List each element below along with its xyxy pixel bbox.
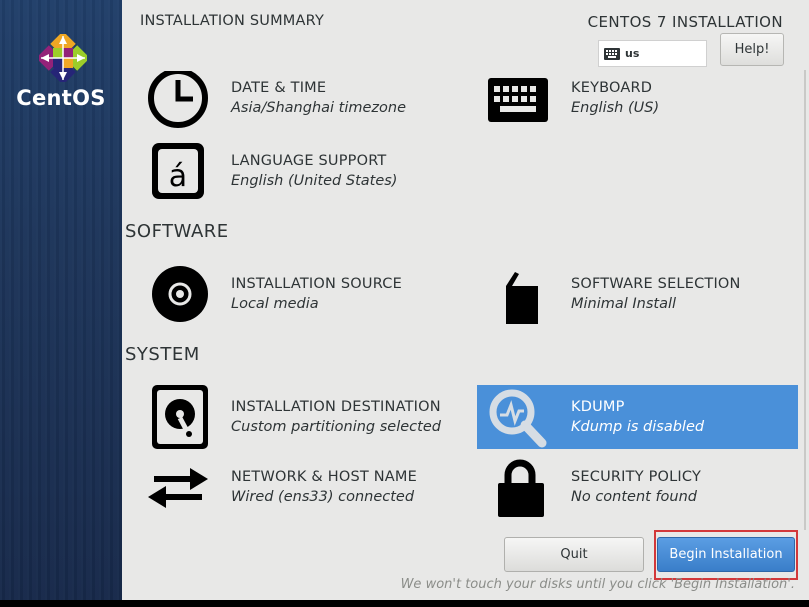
- spoke-title: KDUMP: [571, 399, 625, 415]
- section-system: SYSTEM: [125, 344, 200, 365]
- spoke-date-time[interactable]: DATE & TIME Asia/Shanghai timezone: [146, 71, 476, 130]
- section-software: SOFTWARE: [125, 221, 229, 242]
- spoke-status: Minimal Install: [571, 296, 677, 312]
- spoke-network-hostname[interactable]: NETWORK & HOST NAME Wired (ens33) connec…: [146, 455, 476, 519]
- scrollbar[interactable]: [801, 70, 809, 530]
- spoke-title: SECURITY POLICY: [571, 469, 702, 485]
- spoke-status: Kdump is disabled: [571, 419, 705, 435]
- lock-icon: [486, 455, 550, 519]
- page-title: INSTALLATION SUMMARY: [140, 13, 325, 29]
- spoke-title: SOFTWARE SELECTION: [571, 276, 741, 292]
- spoke-title: NETWORK & HOST NAME: [231, 469, 417, 485]
- svg-text:á: á: [169, 159, 187, 194]
- quit-button[interactable]: Quit: [504, 537, 644, 572]
- sidebar: CentOS: [0, 0, 122, 600]
- brand-name: CentOS: [16, 86, 106, 110]
- language-icon: á: [146, 139, 210, 203]
- product-title: CENTOS 7 INSTALLATION: [587, 13, 783, 31]
- spoke-status: No content found: [571, 489, 698, 505]
- installation-summary-hub: INSTALLATION SUMMARY CENTOS 7 INSTALLATI…: [122, 0, 809, 600]
- keyboard-layout-value: us: [625, 47, 640, 60]
- spoke-installation-destination[interactable]: INSTALLATION DESTINATION Custom partitio…: [146, 385, 476, 449]
- keyboard-icon: [604, 47, 620, 60]
- package-icon: [486, 262, 550, 326]
- spoke-status: Asia/Shanghai timezone: [231, 100, 407, 116]
- centos-logo-icon: [39, 34, 87, 82]
- spoke-installation-source[interactable]: INSTALLATION SOURCE Local media: [146, 262, 476, 326]
- spoke-status: English (US): [571, 100, 660, 116]
- harddisk-icon: [146, 385, 210, 449]
- keyboard-layout-indicator[interactable]: us: [598, 40, 707, 67]
- spoke-security-policy[interactable]: SECURITY POLICY No content found: [486, 455, 796, 519]
- keyboard-icon: [486, 71, 550, 130]
- clock-icon: [146, 71, 210, 130]
- spoke-title: INSTALLATION SOURCE: [231, 276, 402, 292]
- search-icon: [486, 385, 550, 449]
- spoke-software-selection[interactable]: SOFTWARE SELECTION Minimal Install: [486, 262, 796, 326]
- begin-installation-highlight: [654, 530, 798, 580]
- spoke-status: Wired (ens33) connected: [231, 489, 415, 505]
- spoke-title: LANGUAGE SUPPORT: [231, 153, 387, 169]
- spoke-status: English (United States): [231, 173, 398, 189]
- spoke-kdump[interactable]: KDUMP Kdump is disabled: [477, 385, 798, 449]
- spoke-title: DATE & TIME: [231, 80, 327, 96]
- spoke-title: KEYBOARD: [571, 80, 653, 96]
- network-arrows-icon: [146, 455, 210, 519]
- spoke-status: Custom partitioning selected: [231, 419, 441, 435]
- disk-warning-note: We won't touch your disks until you clic…: [400, 577, 795, 592]
- disc-icon: [146, 262, 210, 326]
- spoke-status: Local media: [231, 296, 319, 312]
- help-button[interactable]: Help!: [720, 33, 784, 66]
- spokes-scroll-area[interactable]: DATE & TIME Asia/Shanghai timezone KEYBO…: [122, 71, 802, 528]
- spoke-title: INSTALLATION DESTINATION: [231, 399, 441, 415]
- spoke-keyboard[interactable]: KEYBOARD English (US): [486, 71, 796, 130]
- spoke-language-support[interactable]: á LANGUAGE SUPPORT English (United State…: [146, 139, 476, 203]
